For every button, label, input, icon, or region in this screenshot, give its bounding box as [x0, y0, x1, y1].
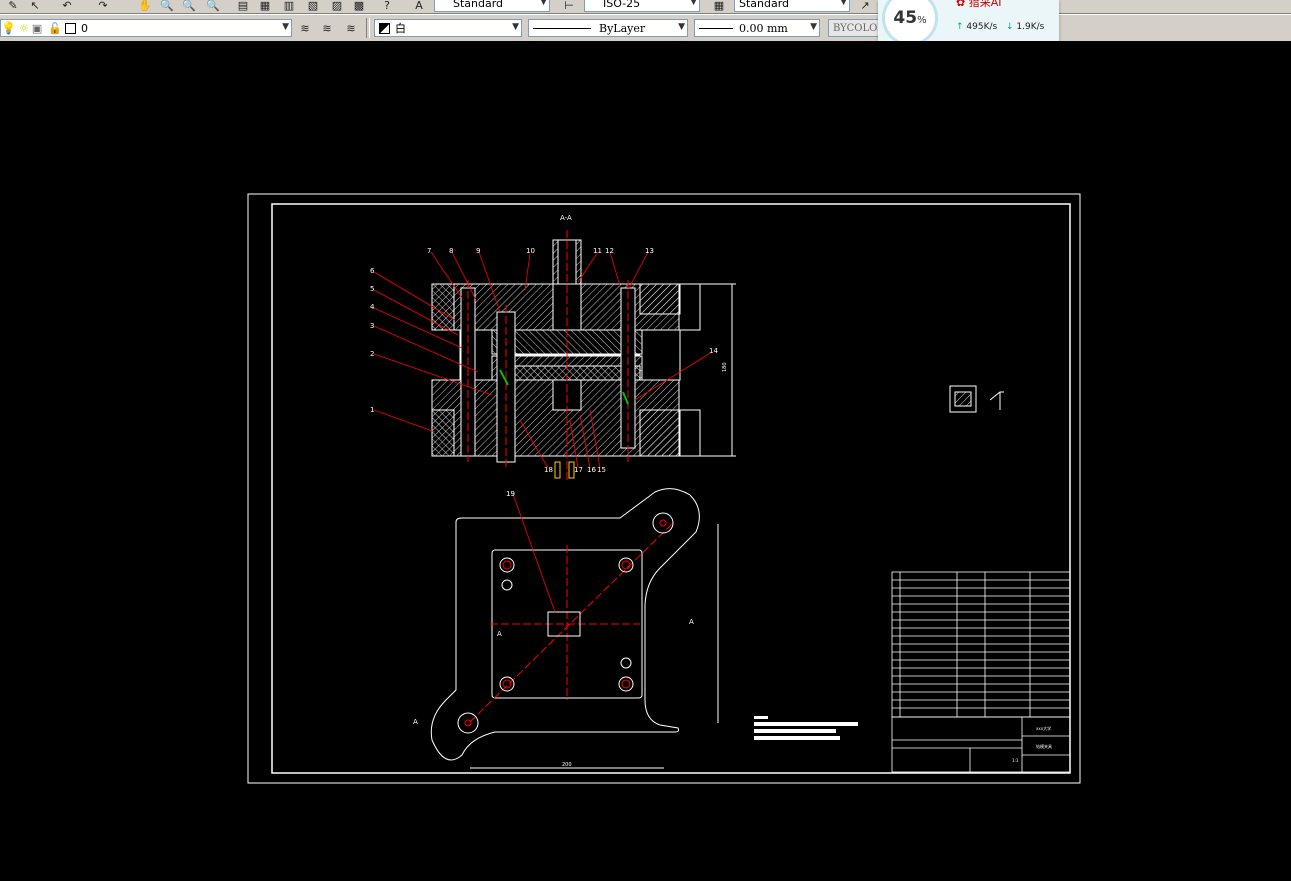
calculator-icon[interactable]: ▩: [352, 0, 366, 12]
title-block-text: xxx大学 钻模夹具 1:1: [1012, 725, 1052, 763]
svg-text:8: 8: [449, 247, 453, 255]
svg-text:12: 12: [605, 247, 614, 255]
dim-style-icon[interactable]: ⊢: [562, 0, 576, 12]
plan-view: 19 A A A 200: [413, 488, 719, 769]
cut-label-left: A: [497, 630, 502, 638]
toolbar-separator: [366, 18, 370, 38]
layer-select[interactable]: 💡 ☼ ▣ 🔓 0 ▼: [0, 19, 292, 37]
svg-text:10: 10: [526, 247, 535, 255]
svg-text:钻模夹具: 钻模夹具: [1036, 743, 1052, 749]
design-center-icon[interactable]: ▦: [258, 0, 272, 12]
title-block: [891, 571, 1071, 773]
layer-previous-icon[interactable]: ≋: [320, 21, 334, 35]
color-swatch-icon: [64, 22, 76, 34]
svg-text:3: 3: [370, 322, 374, 330]
tool-palette-icon[interactable]: ▥: [282, 0, 296, 12]
section-view: A-A 180 654 321 7 8 9 10 11 12 1314 18 1…: [370, 214, 736, 480]
svg-text:4: 4: [370, 303, 375, 311]
svg-text:7: 7: [427, 247, 431, 255]
viewport-freeze-icon: ▣: [31, 21, 43, 35]
lineweight-select[interactable]: 0.00 mm ▼: [694, 19, 820, 37]
svg-text:6: 6: [370, 267, 375, 275]
color-select[interactable]: 白 ▼: [374, 19, 522, 37]
lightbulb-icon: 💡: [1, 21, 16, 35]
multileader-icon[interactable]: ↗: [858, 0, 872, 12]
app-logo-icon: ✿: [956, 0, 966, 9]
make-current-layer-icon[interactable]: ≋: [298, 21, 312, 35]
cut-label-bottom: A: [413, 718, 418, 726]
up-arrow-icon: ↑: [956, 22, 964, 32]
zoom-previous-icon[interactable]: 🔍: [206, 0, 220, 12]
app-title: ✿ 猎采AI: [956, 0, 1002, 10]
sheet-border: [247, 193, 1081, 784]
drawing-canvas[interactable]: A-A 180 6 5 4 3 2 1 7 8 9 10 11 12 13 14…: [0, 41, 1291, 881]
color-control-icon: [379, 22, 390, 34]
layer-states-icon[interactable]: ≋: [344, 21, 358, 35]
svg-text:16: 16: [587, 466, 596, 474]
styles-toolbar: ✎ ↖ ↶ ↷ ✋ 🔍 🔍 🔍 ▤ ▦ ▥ ▧ ▨ ▩ ? A Standard…: [0, 0, 1291, 14]
table-style-select[interactable]: Standard ▼: [734, 0, 850, 12]
svg-text:17: 17: [574, 466, 583, 474]
svg-text:5: 5: [370, 285, 374, 293]
cut-label-right: A: [689, 618, 694, 626]
download-speed: ↓ 1.9K/s: [1006, 22, 1045, 32]
properties-icon[interactable]: ▤: [236, 0, 250, 12]
width-dimension: 200: [562, 762, 572, 768]
lock-icon: 🔓: [48, 21, 62, 35]
detail-view: [949, 385, 1004, 413]
svg-text:14: 14: [709, 347, 718, 355]
section-label: A-A: [560, 214, 572, 222]
height-dimension: 180: [722, 362, 728, 372]
lineweight-sample: [699, 27, 733, 29]
undo-icon[interactable]: ↶: [60, 0, 74, 12]
cpu-usage-ring: 45%: [882, 0, 938, 46]
text-style-icon[interactable]: A: [412, 0, 426, 12]
text-style-select[interactable]: Standard ▼: [434, 0, 550, 12]
down-arrow-icon: ↓: [1006, 22, 1014, 32]
zoom-window-icon[interactable]: 🔍: [182, 0, 196, 12]
cad-drawing: A-A 180 654 321 7 8 9 10 11 12 1314 18 1…: [247, 193, 1081, 784]
markup-icon[interactable]: ▨: [330, 0, 344, 12]
linetype-select[interactable]: ByLayer ▼: [528, 19, 688, 37]
svg-text:xxx大学: xxx大学: [1036, 725, 1051, 731]
cursor-icon[interactable]: ↖: [28, 0, 42, 12]
pan-icon[interactable]: ✋: [138, 0, 152, 12]
dim-style-select[interactable]: ISO-25 ▼: [584, 0, 700, 12]
zoom-realtime-icon[interactable]: 🔍: [160, 0, 174, 12]
svg-text:1:1: 1:1: [1012, 758, 1019, 763]
network-speed-widget[interactable]: 45% ✿ 猎采AI ↑ 495K/s ↓ 1.9K/s: [878, 0, 1059, 46]
table-style-icon[interactable]: ▦: [712, 0, 726, 12]
svg-text:18: 18: [544, 466, 553, 474]
sheet-set-icon[interactable]: ▧: [306, 0, 320, 12]
sun-icon: ☼: [18, 21, 29, 35]
svg-text:9: 9: [476, 247, 480, 255]
upload-speed: ↑ 495K/s: [956, 22, 998, 32]
svg-text:2: 2: [370, 350, 374, 358]
svg-text:11: 11: [593, 247, 602, 255]
svg-text:15: 15: [597, 466, 606, 474]
linetype-sample: [533, 27, 591, 29]
redo-icon[interactable]: ↷: [96, 0, 110, 12]
layers-properties-toolbar: 💡 ☼ ▣ 🔓 0 ▼ ≋ ≋ ≋ 白 ▼ ByLayer ▼ 0.00 mm ▼ B…: [0, 14, 1291, 42]
technical-notes: [754, 716, 858, 740]
help-icon[interactable]: ?: [380, 0, 394, 12]
svg-text:13: 13: [645, 247, 654, 255]
pencil-icon[interactable]: ✎: [6, 0, 20, 12]
svg-text:19: 19: [506, 490, 515, 498]
svg-text:1: 1: [370, 406, 374, 414]
